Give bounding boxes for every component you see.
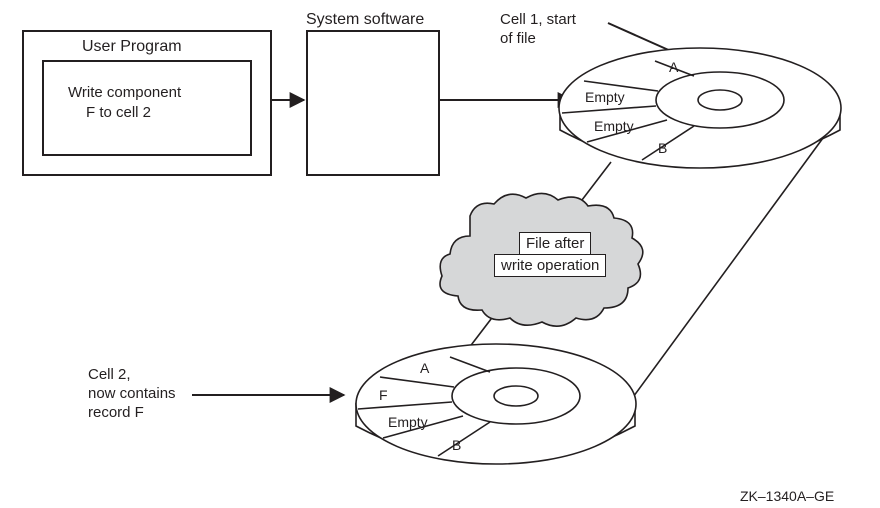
cell1-label-line2: of file <box>500 30 536 47</box>
user-program-text-2: F to cell 2 <box>86 104 151 121</box>
disk-top-cell-2: Empty <box>585 89 625 105</box>
cell1-label-line1: Cell 1, start <box>500 11 576 28</box>
cell2-label-line3: record F <box>88 404 144 421</box>
disk-bottom-cell-f: F <box>379 387 388 403</box>
system-software-box <box>306 30 440 176</box>
user-program-title: User Program <box>82 38 182 56</box>
figure-id: ZK–1340A–GE <box>740 488 834 504</box>
user-program-text-1: Write component <box>68 84 181 101</box>
disk-top-cell-3: Empty <box>594 118 634 134</box>
cell2-label-line1: Cell 2, <box>88 366 131 383</box>
disk-top-cell-a: A <box>669 59 679 75</box>
disk-bottom-cell-a: A <box>420 360 430 376</box>
system-software-title: System software <box>306 11 424 29</box>
file-after-box-2: write operation <box>494 254 606 277</box>
cell2-label-line2: now contains <box>88 385 176 402</box>
disk-top: A Empty Empty B <box>559 48 841 168</box>
file-after-box-1: File after <box>519 232 591 255</box>
disk-top-cell-b: B <box>658 140 667 156</box>
disk-bottom-cell-b: B <box>452 437 461 453</box>
disk-bottom-cell-3: Empty <box>388 414 428 430</box>
disk-bottom: A F Empty B <box>356 344 636 464</box>
